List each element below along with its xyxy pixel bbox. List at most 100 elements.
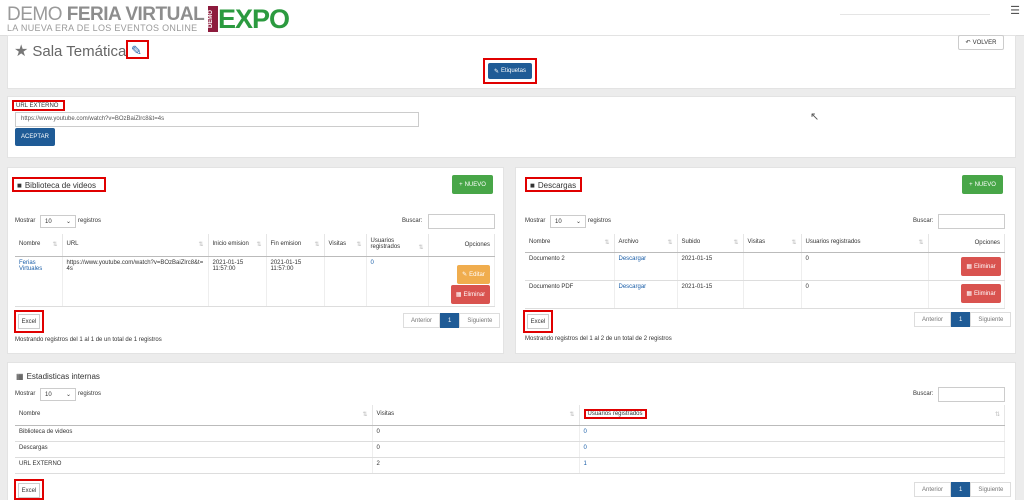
downloads-info: Mostrando registros del 1 al 2 de un tot… (525, 336, 672, 342)
trash-icon: ▦ (455, 292, 462, 298)
url-input[interactable]: https://www.youtube.com/watch?v=BOzBaiZl… (15, 112, 419, 127)
download-visits-cell (743, 280, 802, 309)
downloads-page-1[interactable]: 1 (951, 312, 971, 327)
video-url-cell: https://www.youtube.com/watch?v=BOzBaiZl… (62, 256, 209, 307)
videos-col-name[interactable]: Nombre ⇅ (15, 234, 63, 257)
expo-logo: DEMO EXPO (208, 6, 290, 33)
stats-registered-cell[interactable]: 0 (579, 441, 1005, 458)
sort-icon: ⇅ (314, 242, 320, 249)
stats-table: Nombre ⇅ Visitas ⇅ Usuarios registrados ⇅ B… (15, 405, 1005, 474)
stats-show-label: Mostrar (15, 391, 36, 397)
brand-demo: DEMO (7, 4, 67, 25)
stats-search-input[interactable] (938, 387, 1005, 402)
download-uploaded-cell: 2021-01-15 (677, 280, 744, 309)
edit-label: Editar (469, 271, 485, 278)
mouse-cursor-icon: ↖ (810, 111, 820, 123)
downloads-col-uploaded[interactable]: Subido ⇅ (677, 234, 744, 253)
tags-highlight: ✎ Etiquetas (483, 58, 537, 84)
sort-icon: ⇅ (52, 242, 58, 249)
videos-col-start[interactable]: Inicio emision ⇅ (208, 234, 267, 257)
downloads-col-registered[interactable]: Usuarios registrados ⇅ (801, 234, 929, 253)
downloads-search-input[interactable] (938, 214, 1005, 229)
downloads-records-label: registros (588, 218, 612, 224)
star-icon: ★ (14, 43, 29, 60)
downloads-title: ■ Descargas (530, 181, 576, 190)
divider (840, 14, 990, 15)
delete-label: Eliminar (974, 290, 996, 297)
videos-page-1[interactable]: 1 (440, 313, 460, 328)
videos-next-button[interactable]: Siguiente (459, 313, 501, 328)
sort-icon: ⇅ (667, 240, 673, 247)
new-download-label: NUEVO (974, 181, 996, 188)
stats-excel-button[interactable]: Excel (18, 483, 40, 498)
videos-search-label: Buscar: (402, 218, 423, 224)
url-panel (7, 96, 1016, 158)
stats-page-size-select[interactable]: 10 ⌄ (40, 388, 76, 401)
back-button[interactable]: ↶ VOLVER (958, 35, 1004, 50)
download-file-link[interactable]: Descargar (614, 252, 678, 281)
stats-page-1[interactable]: 1 (951, 482, 971, 497)
sort-icon: ⇅ (418, 245, 424, 252)
videos-records-label: registros (78, 218, 102, 224)
videos-search-input[interactable] (428, 214, 495, 229)
video-name-link[interactable]: Ferias Virtuales (15, 256, 63, 307)
videos-col-end[interactable]: Fin emision ⇅ (266, 234, 325, 257)
new-video-button[interactable]: + NUEVO (452, 175, 493, 194)
stats-col-visits[interactable]: Visitas ⇅ (372, 405, 580, 426)
videos-col-registered[interactable]: Usuarios registrados ⇅ (366, 234, 429, 257)
table-row: Biblioteca de videos 0 0 (15, 425, 1005, 442)
downloads-col-name[interactable]: Nombre ⇅ (525, 234, 615, 253)
pencil-icon[interactable]: ✎ (131, 43, 142, 59)
videos-page-size-select[interactable]: 10 ⌄ (40, 215, 76, 228)
downloads-page-size-select[interactable]: 10 ⌄ (550, 215, 586, 228)
video-registered-cell[interactable]: 0 (366, 256, 429, 307)
downloads-col-visits[interactable]: Visitas ⇅ (743, 234, 802, 253)
delete-label: Eliminar (974, 263, 996, 270)
table-row: Documento PDF Descargar 2021-01-15 0 (525, 280, 1005, 309)
stats-col-registered[interactable]: Usuarios registrados ⇅ (579, 405, 1005, 426)
delete-video-button[interactable]: ▦ Eliminar (451, 285, 490, 304)
downloads-next-button[interactable]: Siguiente (970, 312, 1012, 327)
videos-col-visits[interactable]: Visitas ⇅ (324, 234, 367, 257)
brand-tagline: LA NUEVA ERA DE LOS EVENTOS ONLINE (7, 23, 198, 33)
tags-label: Etiquetas (501, 68, 527, 74)
downloads-prev-button[interactable]: Anterior (914, 312, 952, 327)
stats-registered-cell[interactable]: 1 (579, 457, 1005, 474)
downloads-pagination: Anterior 1 Siguiente (914, 312, 1012, 327)
videos-excel-highlight: Excel (14, 310, 44, 333)
back-arrow-icon: ↶ (965, 40, 971, 46)
tags-button[interactable]: ✎ Etiquetas (488, 63, 532, 79)
top-bar: DEMO FERIA VIRTUAL LA NUEVA ERA DE LOS E… (0, 0, 1024, 36)
delete-download-button[interactable]: ▦ Eliminar (961, 284, 1001, 303)
videos-col-url[interactable]: URL ⇅ (62, 234, 209, 257)
back-label: VOLVER (972, 39, 997, 46)
downloads-col-file[interactable]: Archivo ⇅ (614, 234, 678, 253)
stats-title-text: Estadisticas internas (26, 372, 100, 381)
sort-icon: ⇅ (198, 242, 204, 249)
hamburger-icon[interactable]: ☰ (1010, 4, 1020, 17)
accept-button[interactable]: ACEPTAR (15, 128, 55, 146)
downloads-page-size: 10 (555, 218, 562, 225)
downloads-title-highlight: ■ Descargas (525, 177, 582, 192)
download-file-link[interactable]: Descargar (614, 280, 678, 309)
stats-registered-cell[interactable]: 0 (579, 425, 1005, 442)
downloads-search-label: Buscar: (913, 218, 934, 224)
stats-search-label: Buscar: (913, 391, 934, 397)
videos-excel-button[interactable]: Excel (18, 314, 40, 329)
delete-download-button[interactable]: ▦ Eliminar (961, 257, 1001, 276)
downloads-col-options: Opciones (928, 234, 1005, 253)
stats-col-name[interactable]: Nombre ⇅ (15, 405, 373, 426)
videos-prev-button[interactable]: Anterior (403, 313, 441, 328)
downloads-excel-button[interactable]: Excel (527, 314, 549, 329)
chevron-down-icon: ⌄ (65, 219, 71, 225)
downloads-table: Nombre ⇅ Archivo ⇅ Subido ⇅ Visitas ⇅ Usuari… (525, 234, 1005, 309)
stats-visits-cell: 2 (372, 457, 580, 474)
new-download-button[interactable]: + NUEVO (962, 175, 1003, 194)
stats-prev-button[interactable]: Anterior (914, 482, 952, 497)
sort-icon: ⇅ (994, 412, 1000, 419)
edit-video-button[interactable]: ✎ Editar (457, 265, 490, 284)
expo-demo-badge: DEMO (208, 6, 218, 32)
download-uploaded-cell: 2021-01-15 (677, 252, 744, 281)
stats-next-button[interactable]: Siguiente (970, 482, 1012, 497)
video-camera-icon: ■ (17, 181, 22, 190)
